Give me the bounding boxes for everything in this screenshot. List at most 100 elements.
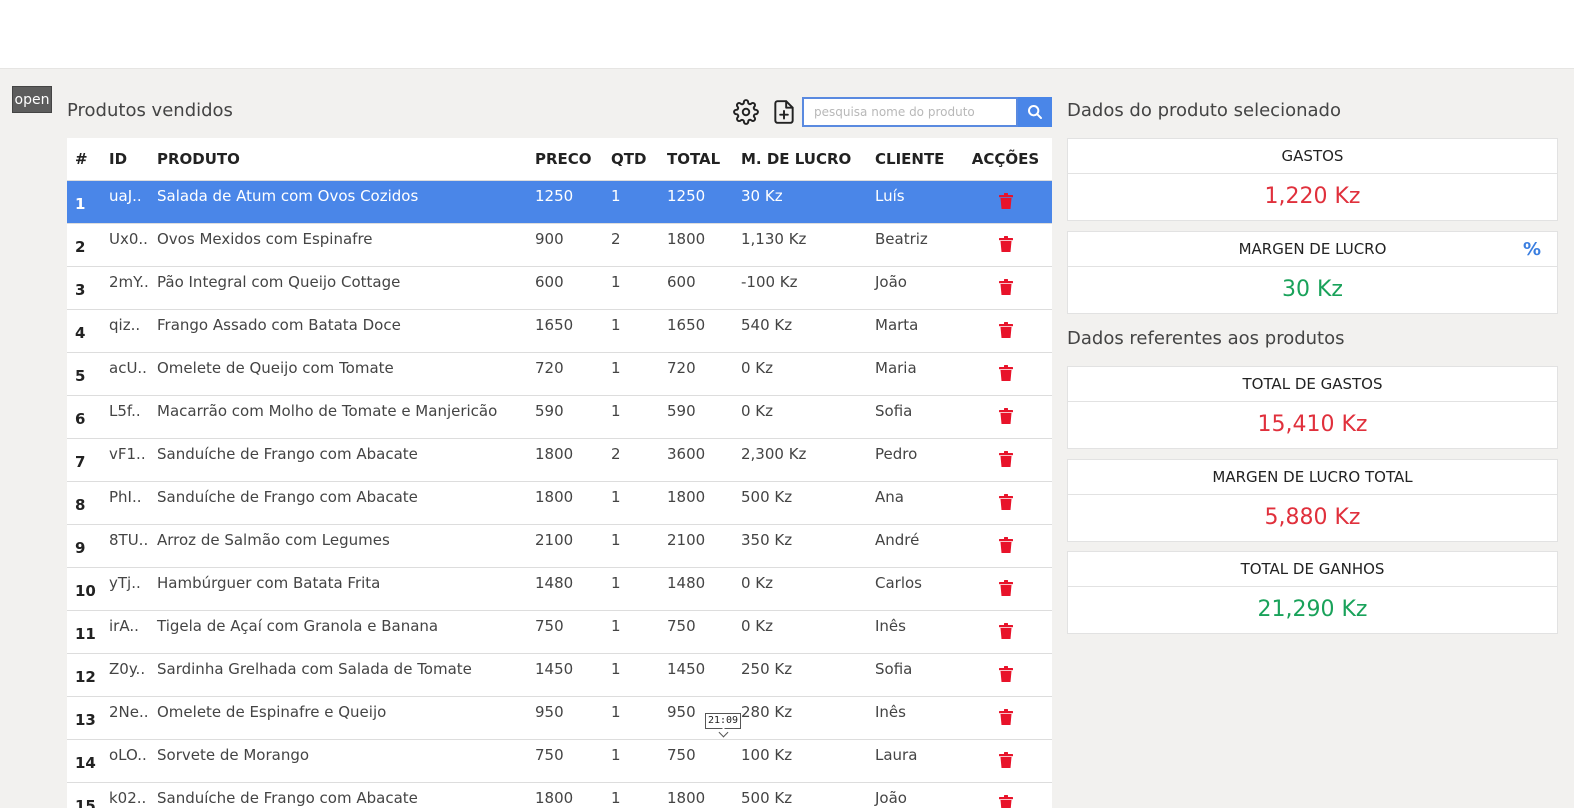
row-index: 12: [67, 653, 101, 697]
totals-section-title: Dados referentes aos produtos: [1067, 328, 1345, 349]
col-header-total[interactable]: TOTAL: [659, 138, 733, 181]
table-row[interactable]: 14 oLO.. Sorvete de Morango 750 1 750 100 Kz La…: [67, 739, 1052, 783]
col-header-qty[interactable]: QTD: [603, 138, 659, 181]
table-row[interactable]: 3 2mY.. Pão Integral com Queijo Cottage 600…: [67, 266, 1052, 310]
total-gastos-value: 15,410 Kz: [1257, 412, 1368, 437]
row-qty: 1: [603, 309, 659, 353]
table-row[interactable]: 10 yTj.. Hambúrguer com Batata Frita 1480 1 1…: [67, 567, 1052, 611]
trash-icon[interactable]: [998, 579, 1013, 600]
trash-icon[interactable]: [998, 665, 1013, 686]
col-header-client[interactable]: CLIENTE: [867, 138, 959, 181]
row-product: Omelete de Queijo com Tomate: [149, 352, 527, 396]
row-profit: 0 Kz: [733, 610, 867, 654]
row-total: 590: [659, 395, 733, 439]
trash-icon[interactable]: [998, 235, 1013, 256]
trash-icon[interactable]: [998, 192, 1013, 213]
trash-icon[interactable]: [998, 278, 1013, 299]
row-total: 750: [659, 610, 733, 654]
row-id: 2mY..: [101, 266, 149, 310]
search-icon: [1028, 105, 1042, 119]
trash-icon[interactable]: [998, 794, 1013, 808]
table-row[interactable]: 11 irA.. Tigela de Açaí com Granola e Bana…: [67, 610, 1052, 654]
row-id: vF1..: [101, 438, 149, 482]
row-index: 3: [67, 266, 101, 310]
col-header-price[interactable]: PRECO: [527, 138, 603, 181]
row-actions: [959, 395, 1052, 439]
row-product: Sanduíche de Frango com Abacate: [149, 438, 527, 482]
trash-icon[interactable]: [998, 364, 1013, 385]
table-row[interactable]: 6 L5f.. Macarrão com Molho de Tomate e Man…: [67, 395, 1052, 439]
trash-icon[interactable]: [998, 493, 1013, 514]
row-product: Sanduíche de Frango com Abacate: [149, 782, 527, 808]
row-id: 8TU..: [101, 524, 149, 568]
row-price: 950: [527, 696, 603, 740]
row-total: 750: [659, 739, 733, 783]
row-qty: 1: [603, 739, 659, 783]
table-row[interactable]: 13 2Ne.. Omelete de Espinafre e Queijo 950 1…: [67, 696, 1052, 740]
row-index: 8: [67, 481, 101, 525]
row-index: 13: [67, 696, 101, 740]
row-id: Ux0..: [101, 223, 149, 267]
row-price: 1800: [527, 481, 603, 525]
gastos-card: GASTOS 1,220 Kz: [1067, 138, 1558, 221]
sidebar-open-button[interactable]: open: [12, 86, 52, 113]
row-total: 600: [659, 266, 733, 310]
total-ganhos-label: TOTAL DE GANHOS: [1068, 552, 1557, 587]
trash-icon[interactable]: [998, 407, 1013, 428]
table-row[interactable]: 8 PhI.. Sanduíche de Frango com Abacate 180…: [67, 481, 1052, 525]
row-client: André: [867, 524, 959, 568]
trash-icon[interactable]: [998, 536, 1013, 557]
table-row[interactable]: 12 Z0y.. Sardinha Grelhada com Salada de T…: [67, 653, 1052, 697]
trash-icon[interactable]: [998, 622, 1013, 643]
row-id: oLO..: [101, 739, 149, 783]
table-row[interactable]: 7 vF1.. Sanduíche de Frango com Abacate 180…: [67, 438, 1052, 482]
row-client: João: [867, 266, 959, 310]
row-price: 590: [527, 395, 603, 439]
file-plus-icon[interactable]: [771, 99, 797, 125]
time-tooltip: 21:09: [705, 713, 741, 729]
table-row[interactable]: 4 qiz.. Frango Assado com Batata Doce 1650 1…: [67, 309, 1052, 353]
table-row[interactable]: 1 uaJ.. Salada de Atum com Ovos Cozidos 125…: [67, 180, 1052, 224]
col-header-id[interactable]: ID: [101, 138, 149, 181]
search-button[interactable]: [1018, 97, 1052, 127]
row-client: Carlos: [867, 567, 959, 611]
trash-icon[interactable]: [998, 708, 1013, 729]
row-qty: 1: [603, 653, 659, 697]
row-actions: [959, 610, 1052, 654]
trash-icon[interactable]: [998, 751, 1013, 772]
col-header-product[interactable]: PRODUTO: [149, 138, 527, 181]
gear-icon[interactable]: [733, 99, 759, 125]
row-price: 720: [527, 352, 603, 396]
row-profit: 0 Kz: [733, 567, 867, 611]
row-actions: [959, 352, 1052, 396]
row-profit: 1,130 Kz: [733, 223, 867, 267]
row-profit: 30 Kz: [733, 180, 867, 224]
row-client: Sofia: [867, 653, 959, 697]
gastos-label: GASTOS: [1068, 139, 1557, 174]
table-row[interactable]: 15 k02.. Sanduíche de Frango com Abacate 18…: [67, 782, 1052, 808]
row-id: irA..: [101, 610, 149, 654]
product-search-input[interactable]: [802, 97, 1018, 127]
percent-toggle[interactable]: %: [1523, 232, 1541, 267]
total-ganhos-value: 21,290 Kz: [1257, 597, 1368, 622]
row-index: 7: [67, 438, 101, 482]
row-actions: [959, 309, 1052, 353]
row-total: 1800: [659, 223, 733, 267]
col-header-profit[interactable]: M. DE LUCRO: [733, 138, 867, 181]
total-gastos-label: TOTAL DE GASTOS: [1068, 367, 1557, 402]
margem-card: MARGEN DE LUCRO % 30 Kz: [1067, 231, 1558, 314]
trash-icon[interactable]: [998, 321, 1013, 342]
col-header-index[interactable]: #: [67, 138, 101, 181]
table-row[interactable]: 9 8TU.. Arroz de Salmão com Legumes 2100 1 21…: [67, 524, 1052, 568]
row-total: 1800: [659, 782, 733, 808]
row-index: 14: [67, 739, 101, 783]
margem-label: MARGEN DE LUCRO: [1238, 240, 1387, 258]
row-index: 1: [67, 180, 101, 224]
table-row[interactable]: 5 acU.. Omelete de Queijo com Tomate 720 1 72…: [67, 352, 1052, 396]
trash-icon[interactable]: [998, 450, 1013, 471]
row-profit: 540 Kz: [733, 309, 867, 353]
table-row[interactable]: 2 Ux0.. Ovos Mexidos com Espinafre 900 2 1800…: [67, 223, 1052, 267]
row-product: Ovos Mexidos com Espinafre: [149, 223, 527, 267]
margem-total-value: 5,880 Kz: [1264, 505, 1361, 530]
row-id: L5f..: [101, 395, 149, 439]
